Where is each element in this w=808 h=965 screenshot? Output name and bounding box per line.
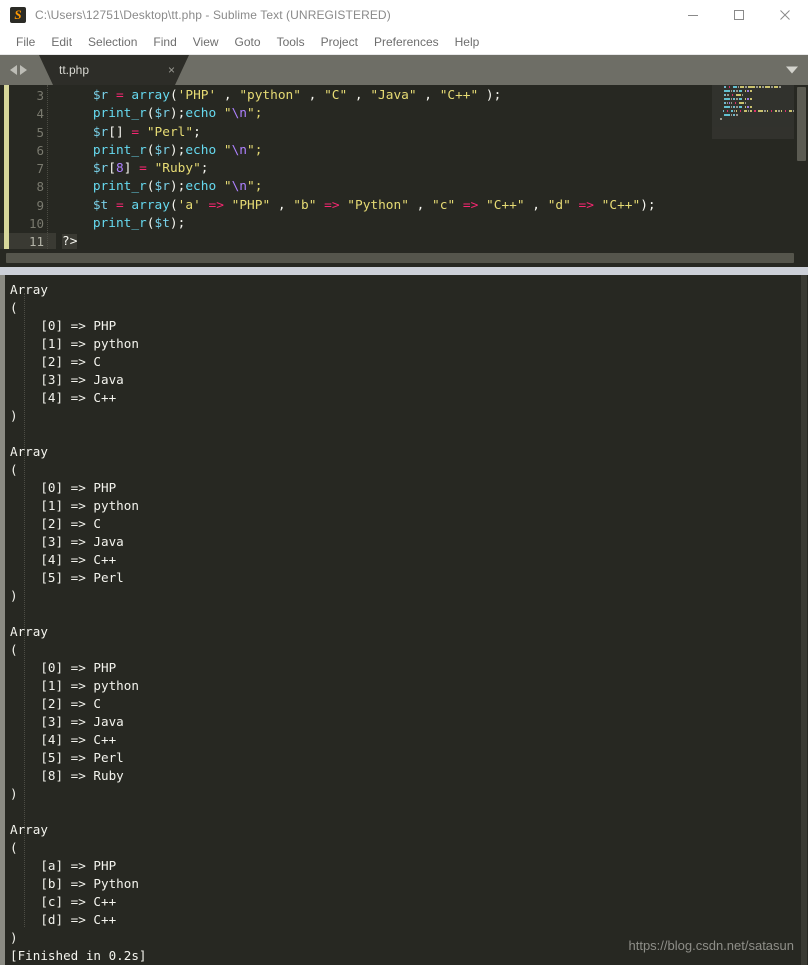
code-line-11[interactable]: ?> <box>62 233 808 249</box>
code-line-7[interactable]: $r[8] = "Ruby"; <box>62 160 808 178</box>
menu-item-file[interactable]: File <box>8 33 43 51</box>
watermark-url: https://blog.csdn.net/satasun <box>628 938 795 953</box>
close-button[interactable] <box>762 0 808 30</box>
gutter-divider <box>47 85 48 249</box>
menu-item-edit[interactable]: Edit <box>43 33 80 51</box>
output-vertical-scrollbar[interactable] <box>801 275 807 965</box>
maximize-button[interactable] <box>716 0 762 30</box>
menu-item-selection[interactable]: Selection <box>80 33 145 51</box>
tab-label: tt.php <box>59 63 90 77</box>
code-line-4[interactable]: print_r($r);echo "\n"; <box>62 105 808 123</box>
sublime-text-window: C:\Users\12751\Desktop\tt.php - Sublime … <box>0 0 808 965</box>
code-editor[interactable]: 3 4 5 6 7 8 9 10 11 $r = array('PHP' , "python" … <box>0 85 808 249</box>
window-controls <box>670 0 808 30</box>
window-title: C:\Users\12751\Desktop\tt.php - Sublime … <box>35 8 391 22</box>
chevron-right-icon[interactable] <box>20 65 27 75</box>
editor-horizontal-scrollbar-thumb[interactable] <box>6 253 795 263</box>
menu-item-tools[interactable]: Tools <box>269 33 313 51</box>
editor-horizontal-scrollbar-area[interactable] <box>0 249 808 267</box>
code-line-10[interactable]: print_r($t); <box>62 215 808 233</box>
menu-item-view[interactable]: View <box>185 33 227 51</box>
tab-nav-arrows[interactable] <box>0 55 35 85</box>
chevron-down-icon[interactable] <box>786 66 798 74</box>
output-left-scrollbar[interactable] <box>0 275 5 965</box>
menu-bar: File Edit Selection Find View Goto Tools Projec… <box>0 30 808 55</box>
tab-tt-php[interactable]: tt.php × <box>39 55 189 85</box>
menu-item-preferences[interactable]: Preferences <box>366 33 447 51</box>
editor-vertical-scrollbar[interactable] <box>797 87 806 161</box>
sublime-text-icon <box>10 6 26 23</box>
menu-item-project[interactable]: Project <box>313 33 366 51</box>
code-line-9[interactable]: $t = array('a' => "PHP" , "b" => "Python… <box>62 197 808 215</box>
output-text: Array ( [0] => PHP [1] => python [2] => … <box>10 282 147 963</box>
menu-item-goto[interactable]: Goto <box>227 33 269 51</box>
code-line-3[interactable]: $r = array('PHP' , "python" , "C" , "Jav… <box>62 87 808 105</box>
panel-divider[interactable] <box>0 267 808 275</box>
code-line-6[interactable]: print_r($r);echo "\n"; <box>62 142 808 160</box>
code-line-8[interactable]: print_r($r);echo "\n"; <box>62 178 808 196</box>
code-content[interactable]: $r = array('PHP' , "python" , "C" , "Jav… <box>56 85 808 249</box>
code-line-5[interactable]: $r[] = "Perl"; <box>62 124 808 142</box>
build-output-panel[interactable]: Array ( [0] => PHP [1] => python [2] => … <box>0 275 808 965</box>
menu-item-help[interactable]: Help <box>447 33 488 51</box>
chevron-left-icon[interactable] <box>10 65 17 75</box>
menu-item-find[interactable]: Find <box>145 33 184 51</box>
tab-bar: tt.php × <box>0 55 808 85</box>
close-icon[interactable]: × <box>140 64 175 76</box>
minimize-button[interactable] <box>670 0 716 30</box>
title-bar: C:\Users\12751\Desktop\tt.php - Sublime … <box>0 0 808 30</box>
editor-edge-stripe <box>4 85 9 249</box>
